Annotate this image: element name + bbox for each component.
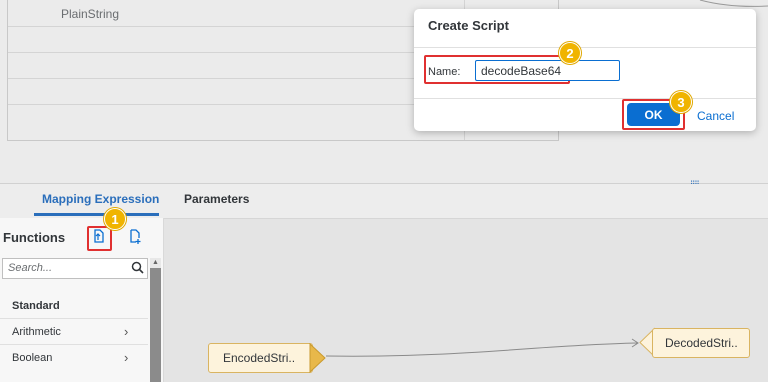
dialog-footer-divider: [414, 98, 756, 99]
create-script-dialog: Create Script Name: OK Cancel: [414, 9, 756, 131]
source-node-label: EncodedStri..: [223, 351, 296, 365]
source-node-encodedstring[interactable]: EncodedStri..: [208, 343, 313, 373]
dialog-title: Create Script: [428, 18, 509, 33]
step-marker-2: 2: [559, 42, 581, 64]
step-marker-3: 3: [670, 91, 692, 113]
create-script-highlight-box: [87, 226, 112, 251]
target-node-label: DecodedStri..: [665, 336, 738, 350]
target-node-decodedstring[interactable]: DecodedStri..: [652, 328, 750, 358]
dialog-header-divider: [414, 47, 756, 48]
source-port-arrow-icon[interactable]: [309, 343, 327, 373]
step-marker-1: 1: [104, 208, 126, 230]
cancel-button[interactable]: Cancel: [697, 109, 734, 123]
name-label: Name:: [428, 66, 461, 78]
script-name-input[interactable]: [475, 60, 620, 81]
